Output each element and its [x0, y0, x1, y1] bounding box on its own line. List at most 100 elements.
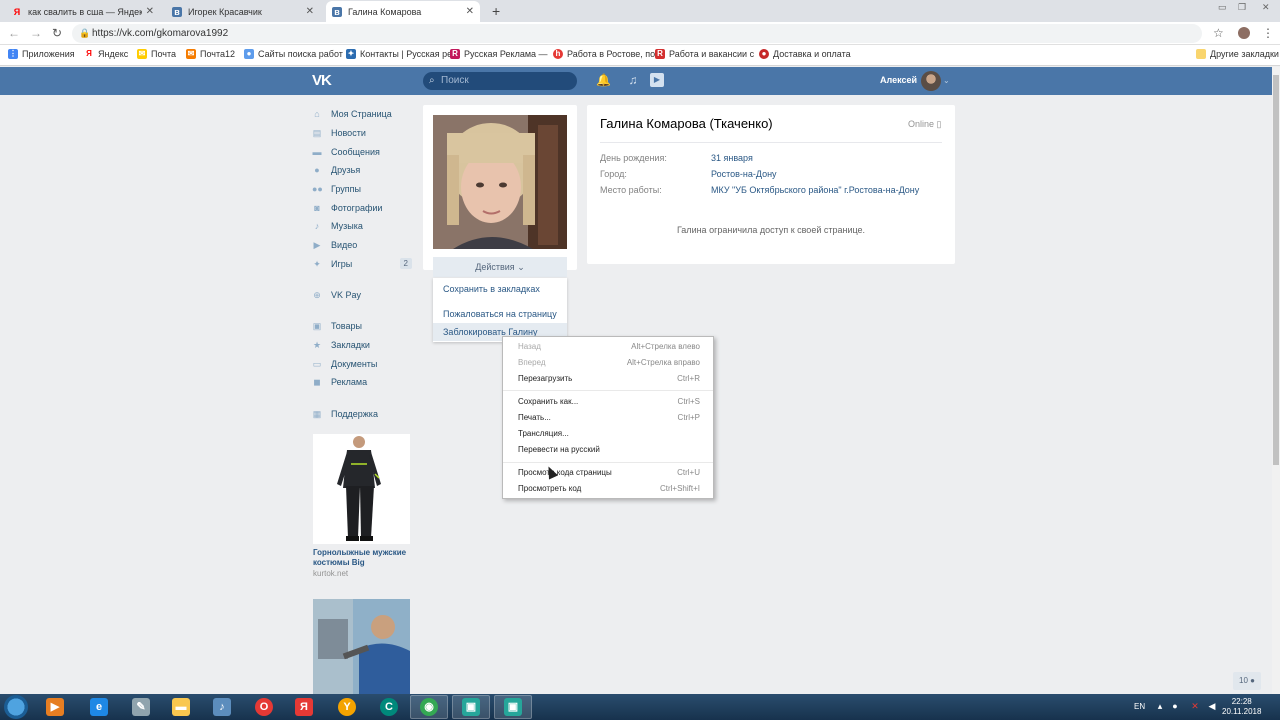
taskbar-app-11[interactable]: ▣ [452, 695, 490, 719]
back-arrow-icon[interactable]: ← [8, 26, 20, 40]
notifications-bell-icon[interactable]: 🔔 [596, 73, 611, 87]
tray-arrow-icon[interactable]: ▴ [1155, 701, 1165, 711]
taskbar-app-1[interactable]: ▶ [36, 695, 74, 719]
taskbar-app-3[interactable]: ✎ [122, 695, 160, 719]
scrollbar-thumb[interactable] [1273, 75, 1279, 465]
bookmark-label: Контакты | Русская ре [360, 49, 453, 59]
tray-app-icon[interactable]: ● [1170, 701, 1180, 711]
taskbar-app-7[interactable]: Я [285, 695, 323, 719]
ad-block-2[interactable] [313, 599, 410, 694]
bookmark-job-rostov[interactable]: h Работа в Ростове, по [553, 49, 655, 59]
ad-image[interactable] [313, 599, 410, 694]
ad-source[interactable]: kurtok.net [313, 569, 410, 578]
context-item-translate[interactable]: Перевести на русский [518, 445, 700, 454]
bookmark-contacts[interactable]: ✦ Контакты | Русская ре [346, 49, 452, 59]
bottom-counter-button[interactable]: 10 ● [1233, 672, 1261, 690]
work-value[interactable]: МКУ "УБ Октябрьского района" г.Ростова-н… [711, 185, 919, 195]
bookmark-mail12[interactable]: ✉ Почта12 [186, 49, 235, 59]
context-item-save-as[interactable]: Сохранить как... Ctrl+S [518, 397, 700, 406]
taskbar-app-5[interactable]: ♪ [203, 695, 241, 719]
bookmark-mail[interactable]: ✉ Почта [137, 49, 176, 59]
taskbar-app-12[interactable]: ▣ [494, 695, 532, 719]
minimize-icon[interactable]: ▭ [1218, 2, 1227, 13]
action-save-bookmarks[interactable]: Сохранить в закладках [443, 284, 540, 294]
context-item-cast[interactable]: Трансляция... [518, 429, 700, 438]
menu-dots-icon[interactable]: ⋮ [1262, 26, 1274, 40]
city-value[interactable]: Ростов-на-Дону [711, 169, 777, 179]
context-item-forward[interactable]: Вперед Alt+Стрелка вправо [518, 358, 700, 367]
ad-image[interactable] [313, 434, 410, 544]
action-report-page[interactable]: Пожаловаться на страницу [443, 309, 557, 319]
keyboard-language[interactable]: EN [1134, 702, 1145, 711]
chevron-down-icon[interactable]: ⌄ [943, 76, 950, 85]
taskbar-app-2[interactable]: e [80, 695, 118, 719]
bookmark-other[interactable]: Другие закладки [1196, 49, 1279, 59]
context-item-reload[interactable]: Перезагрузить Ctrl+R [518, 374, 700, 383]
close-icon[interactable]: ✕ [306, 6, 314, 17]
menu-item-friends[interactable]: ● Друзья [312, 161, 412, 179]
bookmark-russian-ads[interactable]: R Русская Реклама — [450, 49, 548, 59]
play-icon[interactable]: ▶ [650, 73, 664, 87]
bookmark-job-vacancies[interactable]: R Работа и вакансии с [655, 49, 754, 59]
menu-item-groups[interactable]: ●● Группы [312, 180, 412, 198]
menu-item-video[interactable]: ▶ Видео [312, 236, 412, 254]
system-clock[interactable]: 22:28 20.11.2018 [1222, 697, 1261, 717]
music-icon[interactable]: ♫ [626, 73, 640, 87]
taskbar-app-8[interactable]: Y [328, 695, 366, 719]
menu-item-label: Реклама [331, 377, 368, 387]
taskbar-app-9[interactable]: C [370, 695, 408, 719]
actions-button[interactable]: Действия ⌄ [433, 257, 567, 277]
browser-tab-2[interactable]: в Игорек Красавчик ✕ [166, 1, 320, 22]
ad-title[interactable]: Горнолыжные мужские костюмы Big [313, 548, 410, 568]
bookmark-job-sites[interactable]: ● Сайты поиска работ [244, 49, 343, 59]
profile-avatar-icon[interactable] [1238, 27, 1250, 39]
menu-item-my-page[interactable]: ⌂ Моя Страница [312, 105, 412, 123]
menu-item-label: Поддержка [331, 409, 378, 419]
vk-logo-icon[interactable]: VK [312, 72, 336, 90]
ad-block-1[interactable]: Горнолыжные мужские костюмы Big kurtok.n… [313, 434, 410, 578]
menu-item-documents[interactable]: ▭ Документы [312, 355, 412, 373]
browser-tab-1[interactable]: Я как свалить в сша — Яндекс: нашлось ✕ [6, 1, 160, 22]
start-button[interactable] [4, 695, 28, 719]
profile-photo[interactable] [433, 115, 567, 249]
menu-item-photos[interactable]: ◙ Фотографии [312, 199, 412, 217]
bookmark-delivery[interactable]: ● Доставка и оплата [759, 49, 851, 59]
search-icon: ⌕ [429, 75, 435, 86]
taskbar-app-chrome[interactable]: ◉ [410, 695, 448, 719]
close-icon[interactable]: ✕ [466, 6, 474, 17]
lock-icon: 🔒 [79, 28, 91, 38]
avatar[interactable] [921, 71, 941, 91]
taskbar-app-6[interactable]: O [245, 695, 283, 719]
close-icon[interactable]: ✕ [146, 6, 154, 17]
close-window-icon[interactable]: ✕ [1262, 2, 1270, 13]
forward-arrow-icon[interactable]: → [30, 26, 42, 40]
browser-tab-3[interactable]: в Галина Комарова ✕ [326, 1, 480, 22]
bookmark-apps[interactable]: ⋮ Приложения [8, 49, 75, 59]
volume-icon[interactable]: ◀ [1207, 701, 1217, 711]
menu-item-support[interactable]: ▦ Поддержка [312, 405, 412, 423]
bookmark-yandex[interactable]: Я Яндекс [84, 49, 128, 59]
menu-item-music[interactable]: ♪ Музыка [312, 217, 412, 235]
context-item-print[interactable]: Печать... Ctrl+P [518, 413, 700, 422]
menu-item-goods[interactable]: ▣ Товары [312, 317, 412, 335]
search-input[interactable]: ⌕ Поиск [423, 72, 577, 90]
user-name[interactable]: Алексей [880, 75, 917, 85]
context-item-back[interactable]: Назад Alt+Стрелка влево [518, 342, 700, 351]
menu-item-messages[interactable]: ▬ Сообщения [312, 143, 412, 161]
menu-item-bookmarks[interactable]: ★ Закладки [312, 336, 412, 354]
reload-icon[interactable]: ↻ [52, 26, 62, 40]
network-icon[interactable]: ✕ [1190, 701, 1200, 711]
restore-icon[interactable]: ❐ [1238, 2, 1246, 13]
menu-item-news[interactable]: ▤ Новости [312, 124, 412, 142]
context-item-inspect[interactable]: Просмотреть код Ctrl+Shift+I [518, 484, 700, 493]
new-tab-button[interactable]: + [492, 3, 500, 19]
menu-item-vkpay[interactable]: ⊕ VK Pay [312, 286, 412, 304]
menu-item-label: Музыка [331, 221, 363, 231]
url-input[interactable]: 🔒 https://vk.com/gkomarova1992 [72, 24, 1202, 43]
ads-icon: ◼ [313, 377, 321, 387]
birthday-value[interactable]: 31 января [711, 153, 753, 163]
star-icon[interactable]: ☆ [1213, 26, 1224, 40]
taskbar-app-4[interactable]: ▬ [162, 695, 200, 719]
menu-item-games[interactable]: ✦ Игры 2 [312, 255, 412, 273]
menu-item-ads[interactable]: ◼ Реклама [312, 373, 412, 391]
